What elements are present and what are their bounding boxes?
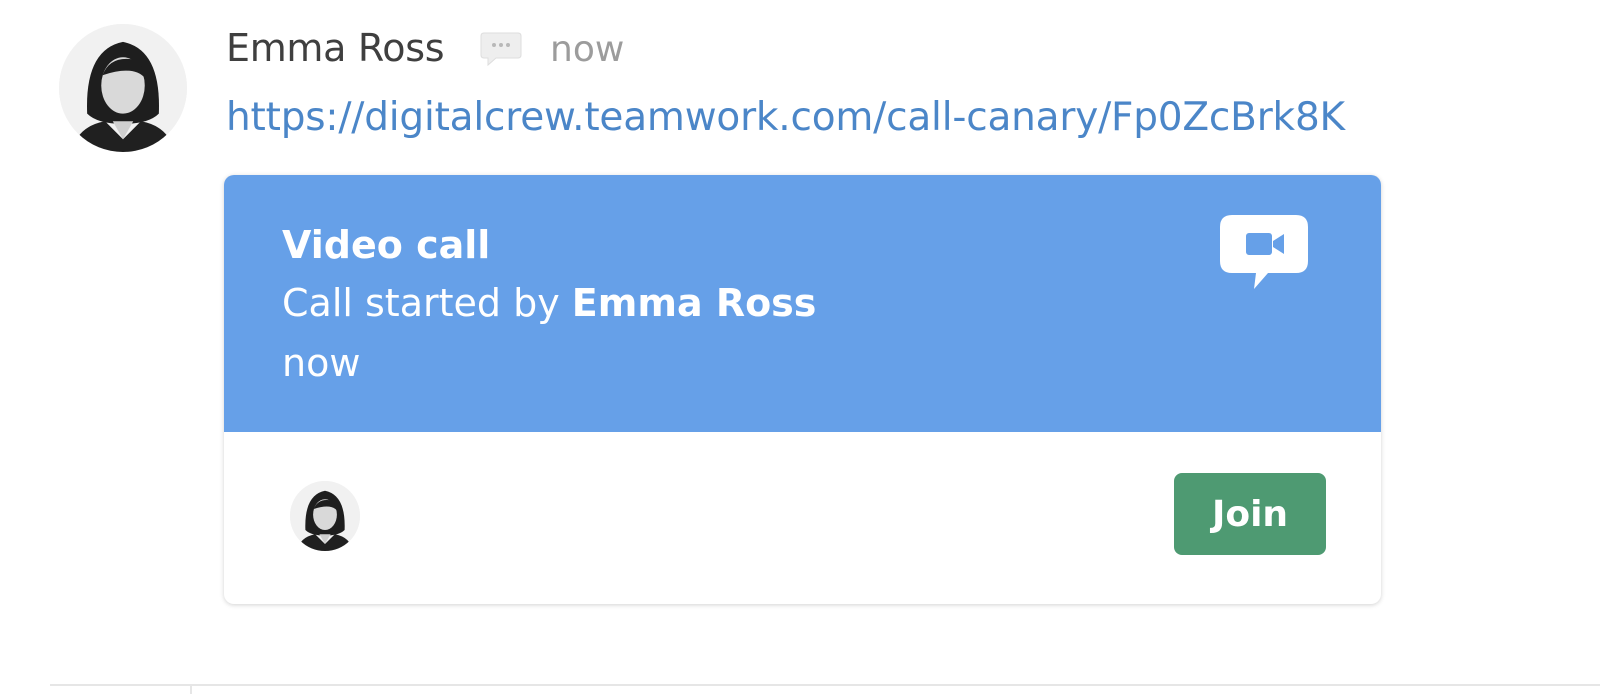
sender-name[interactable]: Emma Ross — [226, 26, 445, 70]
participant-avatar[interactable] — [290, 481, 360, 551]
join-call-button[interactable]: Join — [1174, 473, 1326, 555]
call-link[interactable]: https://digitalcrew.teamwork.com/call-ca… — [226, 95, 1345, 140]
participant-portrait — [290, 481, 360, 551]
composer-divider-notch — [190, 684, 192, 694]
chat-bubble-icon — [480, 32, 522, 67]
call-started-by-prefix: Call started by — [282, 281, 572, 325]
video-call-card: Video call Call started by Emma Ross now… — [224, 175, 1381, 604]
message-timestamp: now — [550, 29, 625, 70]
message-composer-border — [50, 684, 1600, 686]
avatar-portrait — [59, 24, 187, 152]
video-camera-icon — [1220, 215, 1308, 289]
video-call-card-header: Video call Call started by Emma Ross now — [224, 175, 1381, 432]
call-started-by-name: Emma Ross — [571, 281, 817, 325]
video-call-title: Video call — [282, 223, 491, 267]
chat-message-view: Emma Ross now https://digitalcrew.teamwo… — [0, 0, 1600, 694]
call-started-by: Call started by Emma Ross — [282, 281, 816, 325]
sender-avatar[interactable] — [59, 24, 187, 152]
call-time: now — [282, 341, 361, 385]
